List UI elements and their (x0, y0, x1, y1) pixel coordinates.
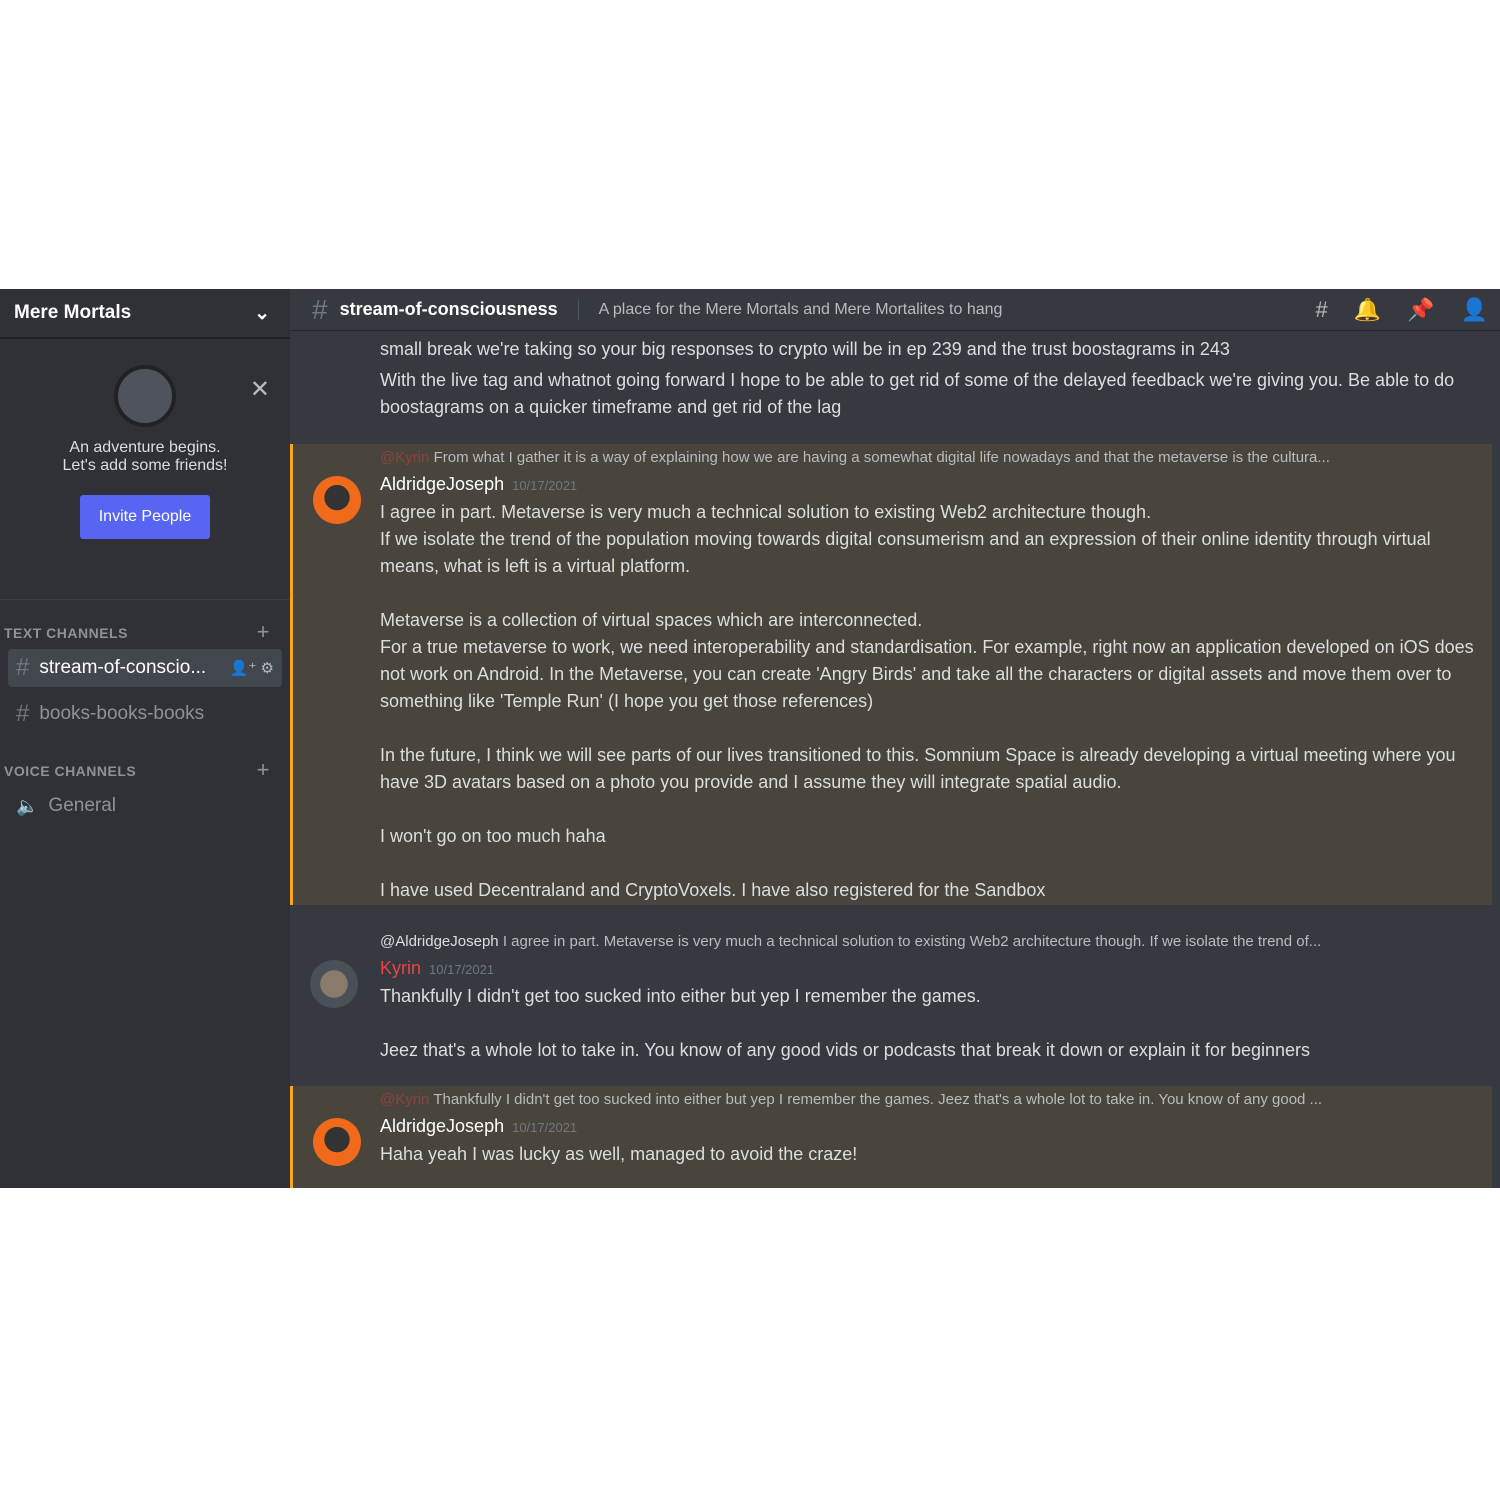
text-channels-category[interactable]: TEXT CHANNELS + (0, 621, 290, 643)
hash-icon: # (16, 654, 30, 681)
author[interactable]: AldridgeJoseph (380, 1116, 504, 1136)
invite-people-button[interactable]: Invite People (79, 495, 211, 539)
channel-stream-of-consciousness[interactable]: # stream-of-conscio... 👤⁺ ⚙ (8, 649, 282, 687)
plus-icon[interactable]: + (257, 759, 270, 781)
channel-header: # stream-of-consciousness A place for th… (290, 289, 1500, 331)
category-label: TEXT CHANNELS (4, 625, 128, 641)
message-line: Haha yeah I was lucky as well, managed t… (380, 1144, 858, 1164)
message: @Kyrin Thankfully I didn't get too sucke… (290, 1086, 1492, 1188)
message-line (380, 580, 1492, 607)
message-body: I agree in part. Metaverse is very much … (380, 499, 1492, 904)
bell-icon[interactable]: 🔔 (1354, 297, 1381, 323)
author[interactable]: AldridgeJoseph (380, 474, 504, 494)
reply-user: @AldridgeJoseph (380, 933, 499, 950)
server-name: Mere Mortals (14, 302, 132, 323)
message-line: I have used Decentraland and CryptoVoxel… (380, 880, 1046, 900)
voice-channels-category[interactable]: VOICE CHANNELS + (0, 759, 290, 781)
message-line: If we isolate the trend of the populatio… (380, 529, 1431, 576)
message-line (380, 796, 1492, 823)
welcome-line1: An adventure begins. (69, 439, 221, 456)
close-icon[interactable]: ✕ (250, 375, 270, 404)
plus-icon[interactable]: + (257, 621, 270, 643)
avatar[interactable] (310, 960, 358, 1008)
timestamp: 10/17/2021 (429, 962, 495, 977)
channel-label: General (48, 795, 117, 816)
channel-books-books-books[interactable]: # books-books-books (8, 695, 282, 733)
chevron-down-icon: ⌄ (254, 302, 270, 324)
message-line: Thankfully I didn't get too sucked into … (380, 986, 981, 1006)
reply-preview[interactable]: @AldridgeJoseph I agree in part. Metaver… (380, 928, 1492, 955)
reply-text: From what I gather it is a way of explai… (433, 449, 1330, 466)
message-line: For a true metaverse to work, we need in… (380, 637, 1474, 711)
reply-user: @Kyrin (380, 449, 430, 466)
message-line: Jeez that's a whole lot to take in. You … (380, 1040, 1310, 1060)
message-line (380, 1010, 1492, 1037)
hash-icon: # (312, 293, 328, 325)
channel-topic[interactable]: A place for the Mere Mortals and Mere Mo… (599, 301, 1003, 319)
channel-label: books-books-books (39, 703, 205, 724)
server-header[interactable]: Mere Mortals ⌄ (0, 289, 290, 339)
welcome-card: ✕ An adventure begins. Let's add some fr… (0, 365, 290, 600)
discord-window: Mere Mortals ⌄ ✕ An adventure begins. Let… (0, 289, 1500, 1188)
message-line (380, 850, 1492, 877)
hash-icon: # (16, 700, 30, 727)
message-line: In the future, I think we will see parts… (380, 745, 1456, 792)
reply-user: @Kyrin (380, 1091, 430, 1108)
avatar[interactable] (313, 1118, 361, 1166)
voice-channel-general[interactable]: 🔈 General (8, 787, 282, 825)
message-line: I agree in part. Metaverse is very much … (380, 502, 1152, 522)
timestamp: 10/17/2021 (512, 478, 578, 493)
timestamp: 10/17/2021 (512, 1120, 578, 1135)
reply-preview[interactable]: @Kyrin Thankfully I didn't get too sucke… (380, 1086, 1492, 1113)
add-friends-illustration-icon (114, 365, 176, 427)
avatar[interactable] (313, 476, 361, 524)
category-label: VOICE CHANNELS (4, 763, 137, 779)
members-icon[interactable]: 👤 (1461, 297, 1488, 323)
message-line: I won't go on too much haha (380, 826, 606, 846)
message-line: With the live tag and whatnot going forw… (380, 370, 1455, 417)
message-line: small break we're taking so your big res… (380, 339, 1230, 359)
message-line: Metaverse is a collection of virtual spa… (380, 610, 923, 630)
chat-area: # stream-of-consciousness A place for th… (290, 289, 1500, 1188)
author[interactable]: Kyrin (380, 958, 421, 978)
channel-label: stream-of-conscio... (39, 657, 207, 678)
speaker-icon: 🔈 (16, 795, 39, 816)
message: @AldridgeJoseph I agree in part. Metaver… (290, 928, 1492, 1064)
sidebar: Mere Mortals ⌄ ✕ An adventure begins. Let… (0, 289, 290, 1188)
reply-text: I agree in part. Metaverse is very much … (502, 933, 1322, 950)
message: @Kyrin From what I gather it is a way of… (290, 444, 1492, 905)
reply-text: Thankfully I didn't get too sucked into … (433, 1091, 1323, 1108)
invite-settings-icons[interactable]: 👤⁺ ⚙ (230, 659, 274, 677)
message: small break we're taking so your big res… (290, 336, 1492, 421)
welcome-line2: Let's add some friends! (62, 457, 228, 474)
reply-preview[interactable]: @Kyrin From what I gather it is a way of… (380, 444, 1492, 471)
channel-title: stream-of-consciousness (340, 299, 579, 320)
pin-icon[interactable]: 📌 (1407, 297, 1434, 323)
threads-icon[interactable]: # (1316, 297, 1328, 323)
message-list: small break we're taking so your big res… (290, 331, 1492, 1188)
message-line (380, 715, 1492, 742)
